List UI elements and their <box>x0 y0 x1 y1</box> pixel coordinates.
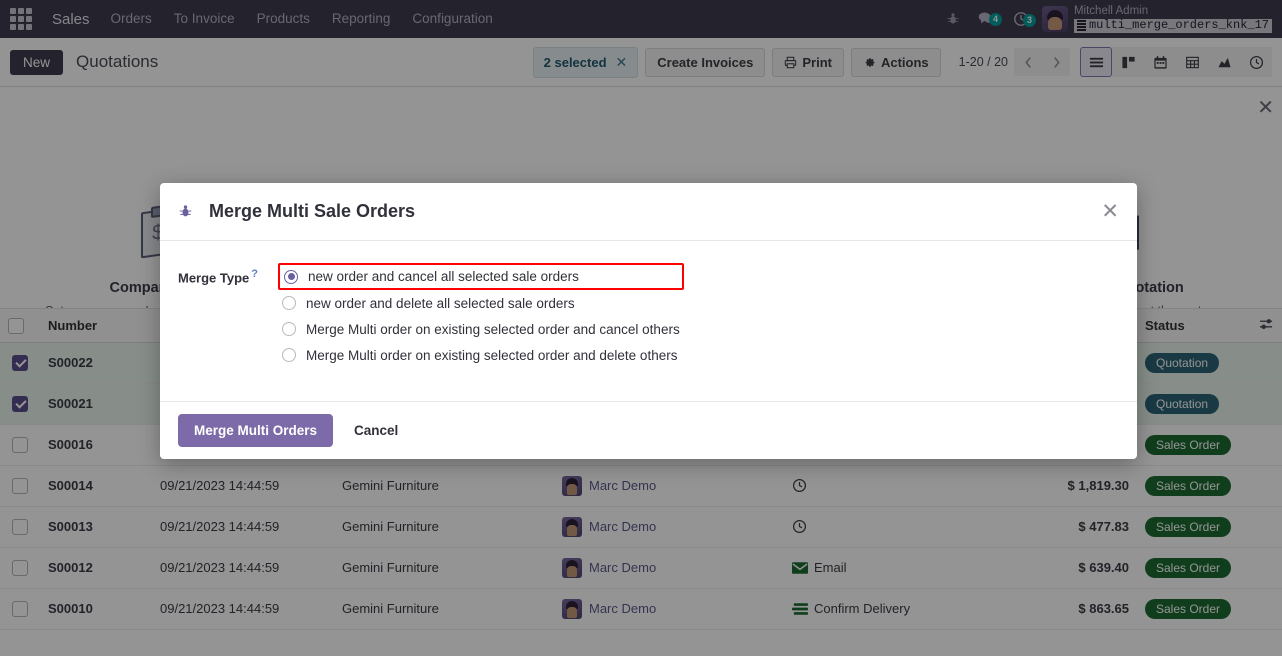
merge-type-label-text: Merge Type <box>178 270 250 286</box>
radio-option-label: Merge Multi order on existing selected o… <box>306 347 678 363</box>
merge-type-field: Merge Type? new order and cancel all sel… <box>178 263 1119 368</box>
radio-option-new-cancel[interactable]: new order and cancel all selected sale o… <box>278 263 684 290</box>
dialog-body: Merge Type? new order and cancel all sel… <box>160 241 1137 401</box>
dialog-title: Merge Multi Sale Orders <box>209 201 416 221</box>
radio-option-existing-cancel[interactable]: Merge Multi order on existing selected o… <box>278 316 684 342</box>
radio-option-new-delete[interactable]: new order and delete all selected sale o… <box>278 290 684 316</box>
merge-multi-orders-button[interactable]: Merge Multi Orders <box>178 414 334 447</box>
radio-indicator[interactable] <box>282 322 296 336</box>
bug-icon[interactable] <box>178 204 193 219</box>
cancel-button[interactable]: Cancel <box>341 415 411 446</box>
radio-option-label: Merge Multi order on existing selected o… <box>306 321 680 337</box>
radio-option-label: new order and delete all selected sale o… <box>306 295 575 311</box>
help-icon[interactable]: ? <box>251 268 258 280</box>
radio-option-label: new order and cancel all selected sale o… <box>308 269 579 284</box>
radio-option-existing-delete[interactable]: Merge Multi order on existing selected o… <box>278 342 684 368</box>
dialog-close-icon[interactable]: ✕ <box>1101 201 1119 222</box>
merge-type-radio-group: new order and cancel all selected sale o… <box>278 263 684 368</box>
merge-type-label: Merge Type? <box>178 263 278 285</box>
dialog-header: Merge Multi Sale Orders ✕ <box>160 183 1137 241</box>
merge-orders-dialog: Merge Multi Sale Orders ✕ Merge Type? ne… <box>160 183 1137 459</box>
dialog-footer: Merge Multi Orders Cancel <box>160 401 1137 459</box>
radio-indicator[interactable] <box>282 296 296 310</box>
radio-indicator[interactable] <box>282 348 296 362</box>
app-root: Sales Orders To Invoice Products Reporti… <box>0 0 1282 656</box>
radio-indicator[interactable] <box>284 269 298 284</box>
